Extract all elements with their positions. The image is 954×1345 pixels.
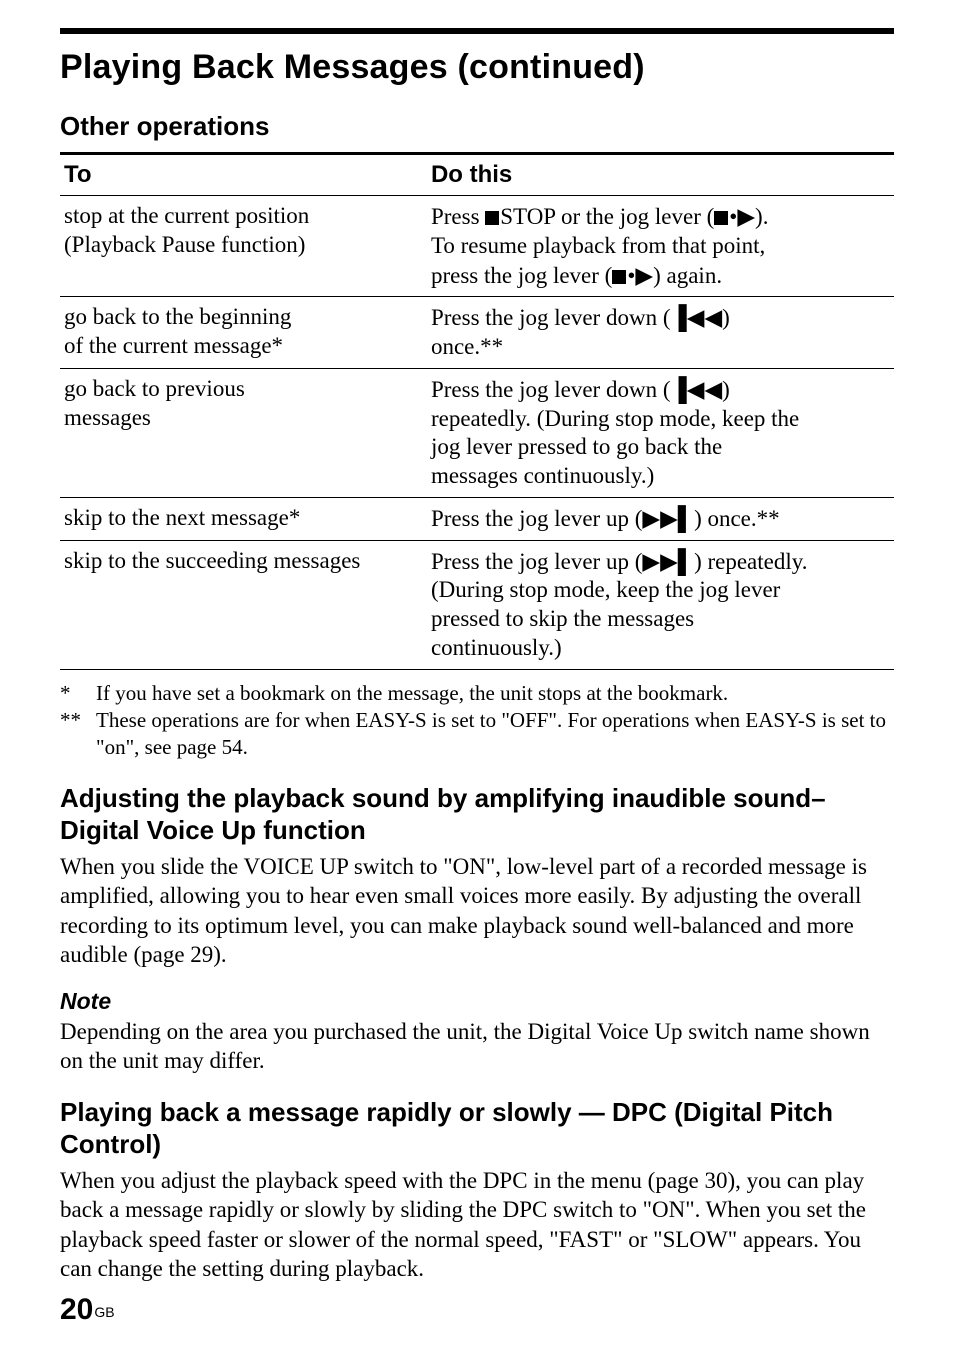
cell-do: Press the jog lever up (▶▶▌) once.** — [427, 497, 894, 540]
cell-text: ) repeatedly. — [694, 549, 807, 574]
paragraph-dpc: When you adjust the playback speed with … — [60, 1166, 894, 1284]
footnote-text: If you have set a bookmark on the messag… — [96, 680, 894, 707]
play-icon: ▶ — [635, 262, 653, 288]
table-row: go back to the beginning of the current … — [60, 297, 894, 369]
table-row: stop at the current position (Playback P… — [60, 196, 894, 297]
cell-text: (During stop mode, keep the jog lever — [431, 577, 780, 602]
cell-text: once.** — [431, 334, 503, 359]
table-row: go back to previous messages Press the j… — [60, 368, 894, 497]
note-label: Note — [60, 988, 894, 1015]
cell-to: stop at the current position (Playback P… — [60, 196, 427, 297]
cell-text: repeatedly. (During stop mode, keep the — [431, 406, 799, 431]
prev-track-icon: ▐◀◀ — [671, 376, 723, 402]
cell-text: Press the jog lever up ( — [431, 506, 642, 531]
cell-text: continuously.) — [431, 635, 562, 660]
section-other-operations-heading: Other operations — [60, 111, 894, 142]
cell-text: go back to the beginning — [64, 304, 291, 329]
paragraph-voice-up: When you slide the VOICE UP switch to "O… — [60, 852, 894, 970]
operations-table-wrapper: To Do this stop at the current position … — [60, 152, 894, 670]
cell-do: Press the jog lever down (▐◀◀) once.** — [427, 297, 894, 369]
cell-text: jog lever pressed to go back the — [431, 434, 722, 459]
footnote-mark: ** — [60, 707, 96, 762]
cell-text: ) again. — [653, 263, 722, 288]
col-header-do-this: Do this — [427, 154, 894, 196]
cell-text: ). — [755, 204, 768, 229]
cell-do: Press the jog lever down (▐◀◀) repeatedl… — [427, 368, 894, 497]
cell-text: Press the jog lever up ( — [431, 549, 642, 574]
cell-text: STOP or the jog lever ( — [500, 204, 714, 229]
cell-text: ) — [722, 305, 730, 330]
cell-text: ) — [722, 377, 730, 402]
page-number-value: 20 — [60, 1293, 93, 1326]
cell-text: Press the jog lever down ( — [431, 305, 671, 330]
cell-text: messages — [64, 405, 151, 430]
top-rule — [60, 28, 894, 34]
paragraph-note: Depending on the area you purchased the … — [60, 1017, 894, 1076]
next-track-icon: ▶▶▌ — [642, 548, 694, 574]
footnote-row: ** These operations are for when EASY-S … — [60, 707, 894, 762]
cell-text: of the current message* — [64, 333, 283, 358]
page-title: Playing Back Messages (continued) — [60, 48, 894, 87]
footnotes: * If you have set a bookmark on the mess… — [60, 680, 894, 762]
stop-icon — [485, 211, 499, 225]
cell-text: go back to previous — [64, 376, 245, 401]
cell-text: press the jog lever ( — [431, 263, 612, 288]
cell-do: Press STOP or the jog lever (•▶). To res… — [427, 196, 894, 297]
cell-to: go back to the beginning of the current … — [60, 297, 427, 369]
cell-text: Press — [431, 204, 485, 229]
cell-text: (Playback Pause function) — [64, 232, 305, 257]
footnote-text: These operations are for when EASY-S is … — [96, 707, 894, 762]
cell-text: skip to the next message* — [64, 505, 300, 530]
footnote-mark: * — [60, 680, 96, 707]
table-header-row: To Do this — [60, 154, 894, 196]
cell-to: skip to the next message* — [60, 497, 427, 540]
heading-voice-up: Adjusting the playback sound by amplifyi… — [60, 783, 894, 845]
cell-to: skip to the succeeding messages — [60, 540, 427, 669]
page-number: 20GB — [60, 1293, 115, 1327]
cell-do: Press the jog lever up (▶▶▌) repeatedly.… — [427, 540, 894, 669]
cell-text: Press the jog lever down ( — [431, 377, 671, 402]
prev-track-icon: ▐◀◀ — [671, 304, 723, 330]
cell-text: skip to the succeeding messages — [64, 548, 360, 573]
cell-text: ) once.** — [694, 506, 780, 531]
table-row: skip to the succeeding messages Press th… — [60, 540, 894, 669]
cell-text: stop at the current position — [64, 203, 309, 228]
stop-icon — [714, 211, 728, 225]
operations-table: To Do this stop at the current position … — [60, 152, 894, 670]
cell-text: pressed to skip the messages — [431, 606, 694, 631]
heading-dpc: Playing back a message rapidly or slowly… — [60, 1097, 894, 1159]
table-row: skip to the next message* Press the jog … — [60, 497, 894, 540]
next-track-icon: ▶▶▌ — [642, 505, 694, 531]
cell-text: To resume playback from that point, — [431, 233, 765, 258]
stop-icon — [612, 270, 626, 284]
play-icon: ▶ — [737, 203, 755, 229]
cell-text: messages continuously.) — [431, 463, 654, 488]
page: Playing Back Messages (continued) Other … — [0, 0, 954, 1345]
col-header-to: To — [60, 154, 427, 196]
footnote-row: * If you have set a bookmark on the mess… — [60, 680, 894, 707]
page-region: GB — [94, 1304, 114, 1320]
cell-to: go back to previous messages — [60, 368, 427, 497]
